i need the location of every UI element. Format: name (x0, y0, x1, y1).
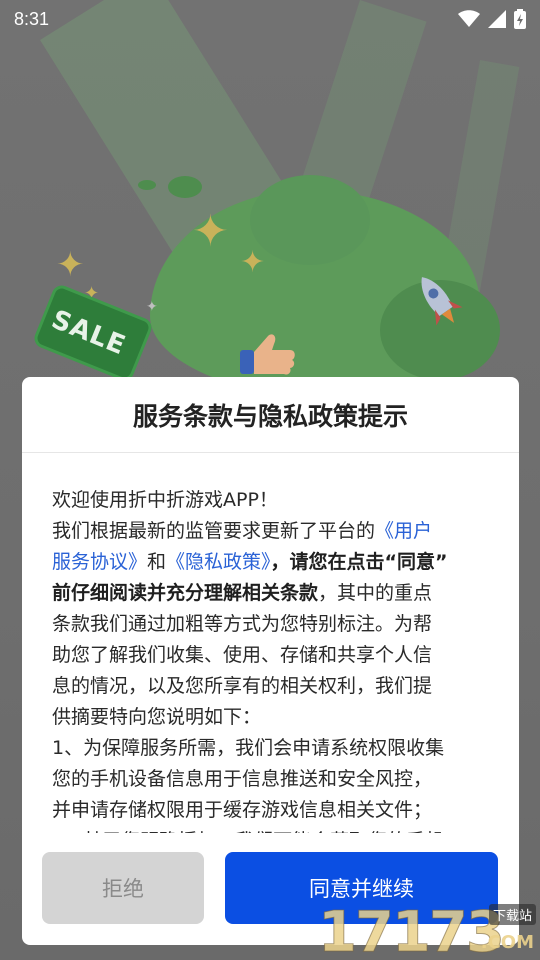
watermark-tag: 下载站 (488, 904, 536, 925)
body-text: 我们根据最新的监管要求更新了平台的 (52, 520, 376, 542)
body-text: 息的情况，以及您所享有的相关权利，我们提 (52, 675, 433, 697)
sparkle-icon: ✦ (146, 299, 158, 315)
body-line: 条款我们通过加粗等方式为您特别标注。为帮 (52, 609, 492, 640)
cellular-signal-icon (488, 10, 506, 28)
bold-text: 前仔细阅读并充分理解相关条款 (52, 582, 319, 604)
green-dot (168, 176, 202, 198)
dialog-body-text[interactable]: 欢迎使用折中折游戏APP！ 我们根据最新的监管要求更新了平台的《用户 服务协议》和《… (52, 485, 492, 833)
body-text: 和 (147, 551, 167, 573)
body-line: 您的手机设备信息用于信息推送和安全风控， (52, 764, 492, 795)
watermark-suffix: .COM (480, 932, 534, 953)
sparkle-icon: ✦ (56, 245, 85, 285)
body-text: 并申请存储权限用于缓存游戏信息相关文件； (52, 799, 433, 821)
body-line: 供摘要特向您说明如下： (52, 702, 492, 733)
dialog-title: 服务条款与隐私政策提示 (22, 377, 519, 453)
policy-link[interactable]: 服务协议》 (52, 551, 147, 573)
policy-link[interactable]: 《用户 (375, 520, 432, 542)
site-watermark: 17173 下载站 .COM (318, 900, 540, 960)
watermark-number: 17173 (318, 900, 506, 960)
body-text: 欢迎使用折中折游戏APP！ (52, 489, 278, 511)
status-bar: 8:31 (0, 0, 540, 38)
body-line: 并申请存储权限用于缓存游戏信息相关文件； (52, 795, 492, 826)
thumbs-up-icon (240, 334, 295, 375)
sparkle-icon: ✦ (192, 206, 229, 257)
body-line: 息的情况，以及您所享有的相关权利，我们提 (52, 671, 492, 702)
bold-text: ，请您在点击“同意” (270, 551, 448, 573)
policy-link[interactable]: 《隐私政策》 (166, 551, 271, 573)
body-line: 服务协议》和《隐私政策》，请您在点击“同意” (52, 547, 492, 578)
green-dot (138, 180, 156, 190)
sparkle-icon: ✦ (240, 245, 266, 280)
body-line: 助您了解我们收集、使用、存储和共享个人信 (52, 640, 492, 671)
body-text: 1、为保障服务所需，我们会申请系统权限收集 (52, 737, 445, 759)
status-time: 8:31 (14, 8, 50, 29)
reject-button[interactable]: 拒绝 (42, 852, 204, 924)
body-text: ，其中的重点 (318, 582, 433, 604)
body-text: 条款我们通过加粗等方式为您特别标注。为帮 (52, 613, 433, 635)
privacy-dialog: 服务条款与隐私政策提示 欢迎使用折中折游戏APP！ 我们根据最新的监管要求更新了平… (22, 377, 519, 945)
body-line: 2、基于您明确授权，我们可能会获取您的手机 (52, 826, 492, 833)
body-line: 1、为保障服务所需，我们会申请系统权限收集 (52, 733, 492, 764)
green-blob (250, 175, 370, 265)
status-icons (458, 9, 526, 29)
body-text: 助您了解我们收集、使用、存储和共享个人信 (52, 644, 433, 666)
wifi-icon (458, 10, 480, 27)
body-line: 欢迎使用折中折游戏APP！ (52, 485, 492, 516)
battery-charging-icon (514, 9, 526, 29)
body-text: 您的手机设备信息用于信息推送和安全风控， (52, 768, 433, 790)
body-line: 前仔细阅读并充分理解相关条款，其中的重点 (52, 578, 492, 609)
body-text: 供摘要特向您说明如下： (52, 706, 262, 728)
body-line: 我们根据最新的监管要求更新了平台的《用户 (52, 516, 492, 547)
body-text: 2、基于您明确授权，我们可能会获取您的手机 (52, 830, 444, 833)
